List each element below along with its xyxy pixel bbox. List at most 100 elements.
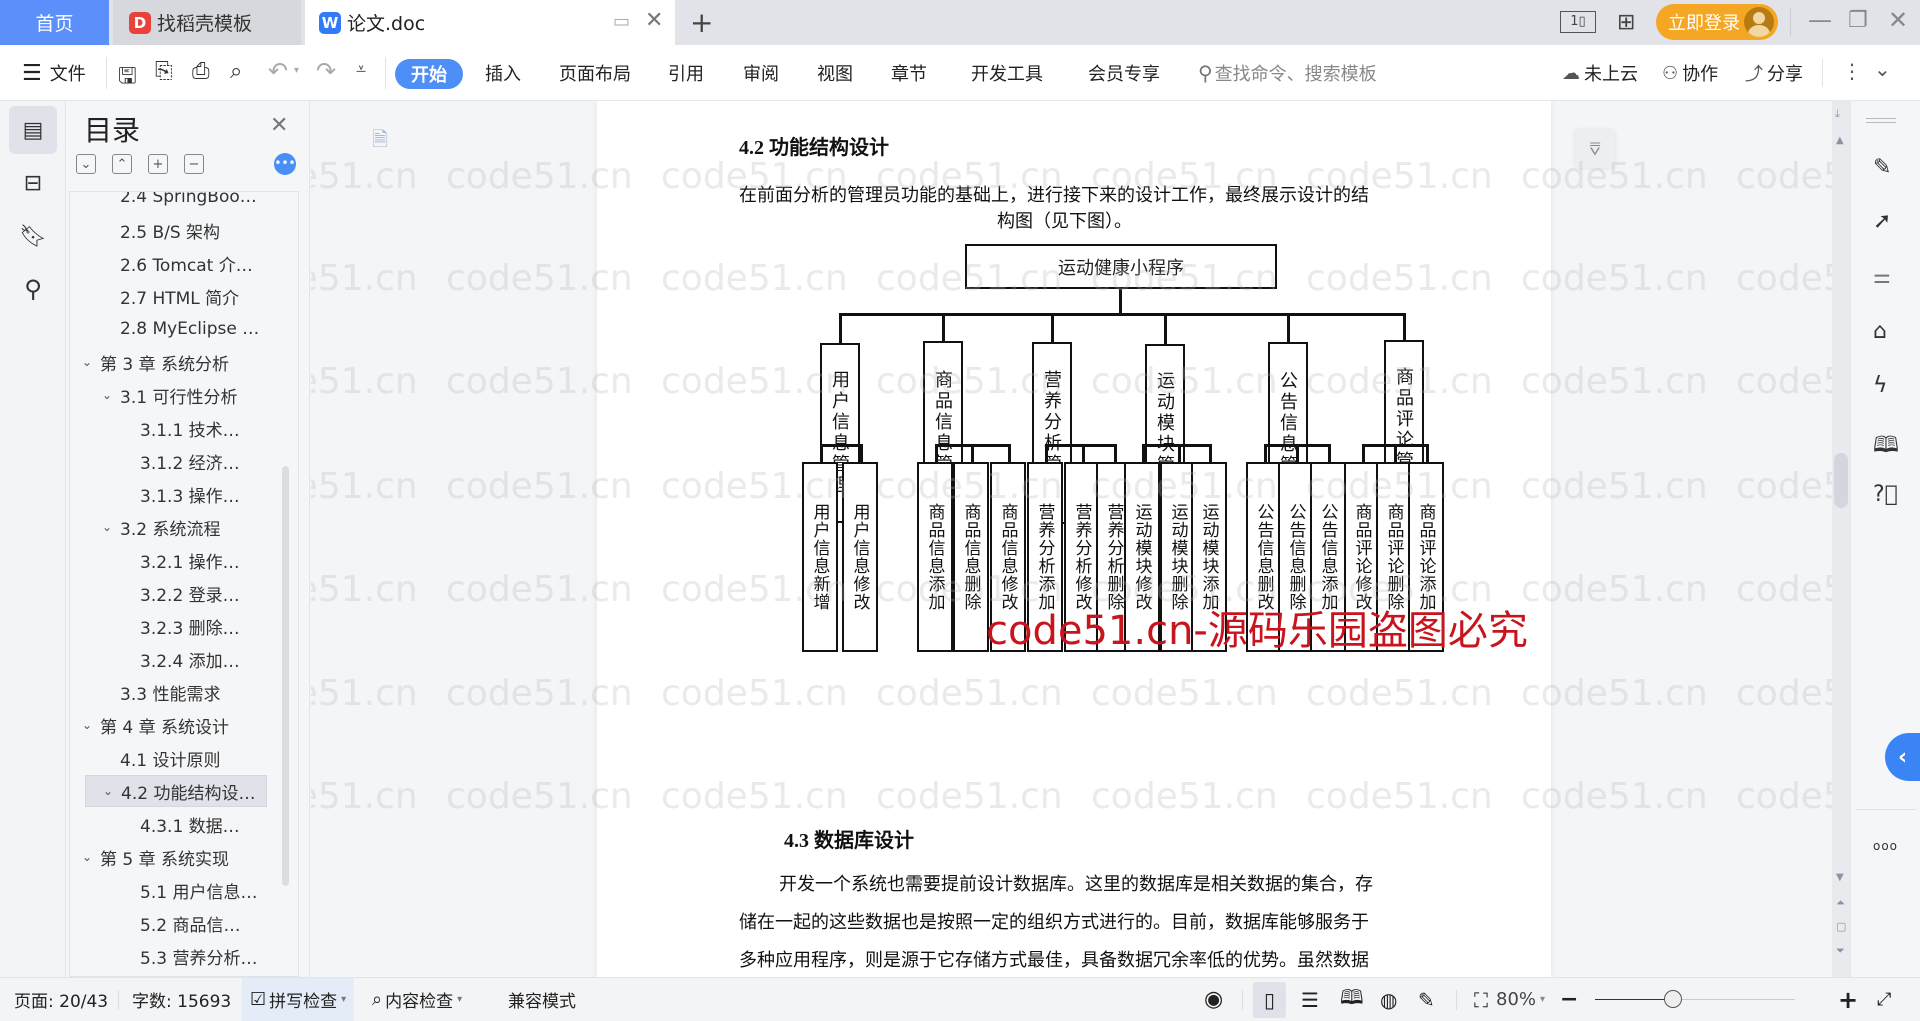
toc-item[interactable]: 3.2.3 删除… [70,610,298,642]
file-menu-button[interactable]: ☰ 文件 [22,45,86,101]
ribbon-tab-member[interactable]: 会员专享 [1088,45,1160,101]
reading-view-icon[interactable]: 🕮 [1340,978,1364,1021]
toc-item[interactable]: 2.4 SpringBoo… [70,192,298,213]
compatibility-mode[interactable]: 兼容模式 [508,978,576,1021]
zoom-out-icon[interactable]: − [1560,978,1578,1021]
doc-format-icon[interactable]: 🗎 [372,125,388,159]
scroll-up-icon[interactable]: ▲ [1836,135,1844,146]
toc-panel-button[interactable]: ▤ [9,106,57,154]
select-browse-object-icon[interactable]: ▢ [1836,920,1846,933]
remove-heading-icon[interactable]: − [184,154,204,174]
chevron-down-icon[interactable]: ⌄ [102,388,120,402]
redo-icon[interactable]: ↷ [316,57,336,85]
ai-assistant-icon[interactable]: ϟ [1873,373,1899,399]
toc-item[interactable]: 3.2.4 添加… [70,643,298,675]
page-view-icon[interactable]: ▯ [1253,982,1286,1018]
minimize-icon[interactable]: — [1808,6,1832,34]
document-page[interactable]: 🗎 4.2 功能结构设计 在前面分析的管理员功能的基础上，进行接下来的设计工作，… [372,101,1551,977]
next-page-icon[interactable]: ⏷ [1836,944,1845,958]
print-preview-icon[interactable]: ⌕ [230,59,242,84]
export-icon[interactable]: ⎘ [155,59,173,84]
collapse-ribbon-icon[interactable]: ⌄ [1874,57,1891,81]
new-tab-button[interactable]: + [690,6,713,39]
content-check-button[interactable]: ⌕ 内容检查 ▾ [372,978,462,1021]
document-vertical-scrollbar[interactable]: ⤓ ▲ ▼ ⏶ ▢ ⏷ [1832,101,1850,977]
tab-docer-templates[interactable]: D 找稻壳模板 [113,0,301,45]
reading-search-icon[interactable]: 🕮 [1873,428,1899,458]
select-cursor-icon[interactable]: ➚ [1873,209,1899,235]
toc-item[interactable]: 5.2 商品信… [70,907,298,939]
ribbon-tab-references[interactable]: 引用 [668,45,704,101]
help-icon[interactable]: ?⃝ [1873,482,1899,508]
zoom-in-icon[interactable]: + [1838,978,1858,1021]
login-button[interactable]: 立即登录 [1656,4,1778,40]
filter-toggle-icon[interactable]: ⩢ [1575,130,1615,168]
toc-item[interactable]: ⌄ 第 4 章 系统设计 [70,709,298,741]
navigation-pane-button[interactable]: ⊟ [9,159,57,207]
collaborate-button[interactable]: ⚇ 协作 [1662,45,1718,101]
toc-item[interactable]: ⌄ 4.2 功能结构设… [85,775,267,807]
toc-item[interactable]: 3.2.2 登录… [70,577,298,609]
scrollbar-thumb[interactable] [1834,453,1848,508]
chevron-down-icon[interactable]: ⌄ [102,520,120,534]
toc-item[interactable]: 2.7 HTML 简介 [70,280,298,312]
ribbon-tab-chapter[interactable]: 章节 [891,45,927,101]
more-quick-actions-icon[interactable]: ⩡ [356,59,366,80]
toc-scrollbar[interactable] [282,466,289,886]
ribbon-tab-developer[interactable]: 开发工具 [971,45,1043,101]
more-options-icon[interactable]: ⋮ [1842,59,1862,83]
toc-item[interactable]: ⌄ 第 3 章 系统分析 [70,346,298,378]
toc-item[interactable]: 2.8 MyEclipse … [70,313,298,345]
chevron-down-icon[interactable]: ⌄ [82,850,100,864]
page-count[interactable]: 页面: 20/43 [14,978,108,1021]
add-heading-icon[interactable]: + [148,154,168,174]
ribbon-tab-review[interactable]: 审阅 [743,45,779,101]
ribbon-tab-insert[interactable]: 插入 [485,45,521,101]
chevron-down-icon[interactable]: ⌄ [82,355,100,369]
eye-protection-icon[interactable]: ◉ [1204,978,1223,1021]
app-grid-icon[interactable]: ⊞ [1617,10,1635,35]
toc-item[interactable]: 3.1.1 技术… [70,412,298,444]
toc-more-icon[interactable]: ••• [274,153,296,175]
toc-item[interactable]: 2.5 B/S 架构 [70,214,298,246]
zoom-slider-handle[interactable] [1663,990,1682,1008]
undo-dropdown-icon[interactable]: ▾ [294,65,299,76]
toc-item[interactable]: ⌄ 3.1 可行性分析 [70,379,298,411]
command-search-input[interactable]: ⚲ 查找命令、搜索模板 [1198,58,1377,88]
undo-icon[interactable]: ↶ [268,57,288,85]
toc-item[interactable]: ⌄ 第 5 章 系统实现 [70,841,298,873]
scroll-down-icon[interactable]: ▼ [1836,872,1844,883]
expand-up-icon[interactable]: ⌃ [112,154,132,174]
fullscreen-icon[interactable]: ⤢ [1877,978,1891,1021]
collapse-all-icon[interactable]: ⌄ [76,154,96,174]
tab-document[interactable]: W 论文.doc ▭ ✕ [305,0,675,45]
toc-item[interactable]: 5.3 营养分析… [70,940,298,972]
previous-page-icon[interactable]: ⏶ [1836,896,1845,910]
toc-item[interactable]: 3.1.2 经济… [70,445,298,477]
spell-check-button[interactable]: ☑ 拼写检查 ▾ [242,978,355,1021]
zoom-level-dropdown[interactable]: 80% ▾ [1496,978,1545,1021]
print-icon[interactable]: ⎙ [192,59,210,84]
outline-view-icon[interactable]: ☰ [1301,978,1319,1021]
toc-item[interactable]: 3.3 性能需求 [70,676,298,708]
save-icon[interactable]: 🖫 [118,59,137,97]
toc-item[interactable]: ⌄ 3.2 系统流程 [70,511,298,543]
close-toc-icon[interactable]: ✕ [270,113,288,138]
close-window-icon[interactable]: ✕ [1888,6,1908,34]
template-store-icon[interactable]: ⌂ [1873,319,1899,345]
restore-icon[interactable]: ❐ [1848,8,1868,33]
web-view-icon[interactable]: ◍ [1380,978,1397,1021]
toc-item[interactable]: 3.1.3 操作… [70,478,298,510]
scroll-top-icon[interactable]: ⤓ [1835,107,1840,121]
cloud-status-button[interactable]: ☁ 未上云 [1562,45,1638,101]
chevron-down-icon[interactable]: ⌄ [103,784,121,798]
toc-item[interactable]: 2.6 Tomcat 介… [70,247,298,279]
pin-window-icon[interactable]: ▭ [613,11,630,32]
ribbon-tab-view[interactable]: 视图 [817,45,853,101]
find-panel-button[interactable]: ⚲ [9,265,57,313]
fit-page-icon[interactable]: ⛶ [1474,978,1488,1021]
page-layout-icon[interactable]: 1▯ [1560,11,1596,33]
more-tools-icon[interactable]: ooo [1873,839,1898,853]
write-view-icon[interactable]: ✎ [1418,978,1435,1021]
word-count[interactable]: 字数: 15693 [132,978,231,1021]
